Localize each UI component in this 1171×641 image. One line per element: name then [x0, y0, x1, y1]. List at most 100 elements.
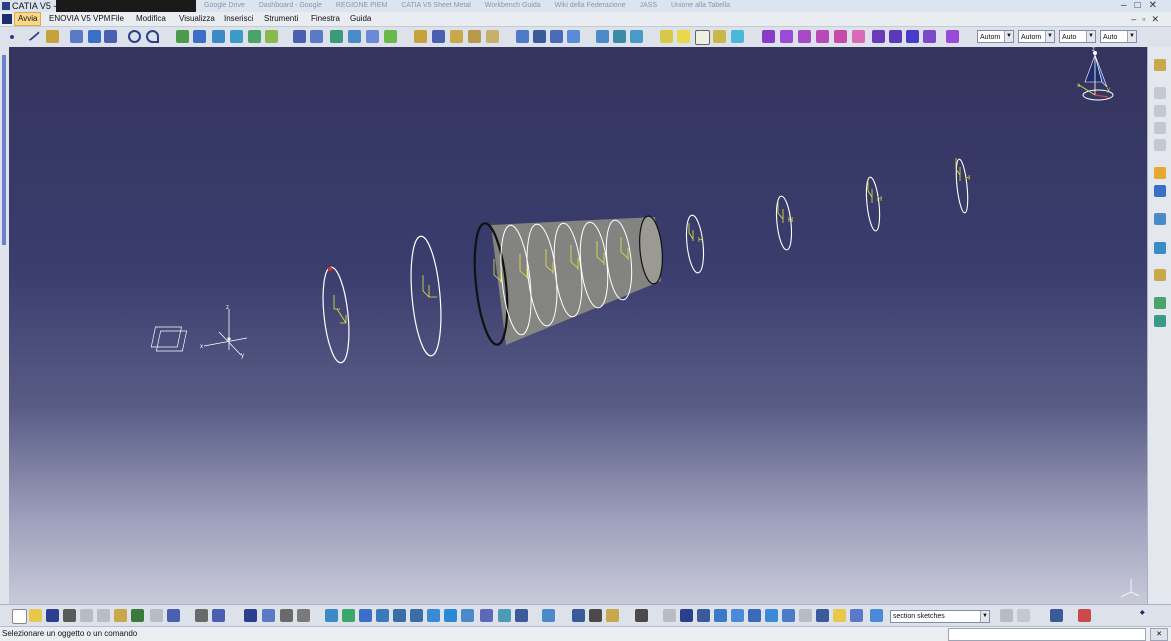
- constraint-icon[interactable]: [1154, 213, 1166, 225]
- blend-icon[interactable]: [366, 30, 379, 43]
- rotate-icon[interactable]: [533, 30, 546, 43]
- spline-icon[interactable]: [146, 30, 159, 43]
- helix-icon[interactable]: [176, 30, 189, 43]
- fly-mode-icon[interactable]: [325, 609, 338, 622]
- doc-minimize-icon[interactable]: –: [1131, 14, 1142, 24]
- profile-icon[interactable]: [1154, 242, 1166, 254]
- apply-material-icon[interactable]: [946, 30, 959, 43]
- background-tab[interactable]: Wiki della Federazione: [551, 1, 630, 11]
- lock-icon[interactable]: [833, 609, 846, 622]
- sketch-analysis-icon[interactable]: [714, 609, 727, 622]
- surface-edit-icon[interactable]: [762, 30, 775, 43]
- tree-expand-icon[interactable]: [1154, 105, 1166, 117]
- command-button[interactable]: ✕: [1150, 628, 1168, 641]
- copy-icon[interactable]: [97, 609, 110, 622]
- measure-inertia-icon[interactable]: [606, 609, 619, 622]
- compass-icon[interactable]: x y z: [1077, 47, 1114, 101]
- section-sketch[interactable]: H: [954, 158, 970, 214]
- doc-close-icon[interactable]: ✕: [1151, 14, 1165, 24]
- apply-icon[interactable]: [1078, 609, 1091, 622]
- menu-finestra[interactable]: Finestra: [311, 12, 340, 26]
- background-tab[interactable]: CATIA V5 Sheet Metal: [397, 1, 475, 11]
- render-icon[interactable]: [542, 609, 555, 622]
- measure-icon[interactable]: [1154, 185, 1166, 197]
- section-sketches-combo[interactable]: section sketches ▼: [890, 610, 990, 623]
- fillet-icon[interactable]: [486, 30, 499, 43]
- maximize-icon[interactable]: □: [1135, 0, 1149, 11]
- axis-system-icon[interactable]: [697, 609, 710, 622]
- tree-icon[interactable]: [1154, 87, 1166, 99]
- menu-enovia[interactable]: ENOVIA V5 VPM: [49, 12, 110, 26]
- section-sketch[interactable]: H: [864, 176, 882, 232]
- rotate-view-icon[interactable]: [376, 609, 389, 622]
- boundary-icon[interactable]: [450, 30, 463, 43]
- sew-icon[interactable]: [816, 30, 829, 43]
- menu-inserisci[interactable]: Inserisci: [224, 12, 253, 26]
- knowledge-advisor-icon[interactable]: [297, 609, 310, 622]
- catia-menu-icon[interactable]: [2, 14, 12, 24]
- print-icon[interactable]: [63, 609, 76, 622]
- paste-icon[interactable]: [114, 609, 127, 622]
- layer-combo[interactable]: Auto ▼: [1100, 30, 1137, 43]
- normal-view-icon[interactable]: [427, 609, 440, 622]
- sphere-icon[interactable]: [248, 30, 261, 43]
- grid-icon[interactable]: [293, 30, 306, 43]
- background-tab[interactable]: JASS: [635, 1, 661, 11]
- 3d-viewport[interactable]: x y z z x y H H H H: [9, 47, 1147, 604]
- swap-space-icon[interactable]: [515, 609, 528, 622]
- line-icon[interactable]: [24, 26, 41, 42]
- split-icon[interactable]: [414, 30, 427, 43]
- tree-level-icon[interactable]: [1154, 139, 1166, 151]
- fit-all-icon[interactable]: [342, 609, 355, 622]
- background-tab[interactable]: REGIONE PIEM: [332, 1, 391, 11]
- box-icon[interactable]: [1154, 297, 1166, 309]
- translate-icon[interactable]: [516, 30, 529, 43]
- menu-strumenti[interactable]: Strumenti: [264, 12, 298, 26]
- circle-icon[interactable]: [128, 30, 141, 43]
- formula-fx-icon[interactable]: [195, 609, 208, 622]
- close-icon[interactable]: ✕: [1149, 0, 1165, 11]
- copy-properties-icon[interactable]: [782, 609, 795, 622]
- iso-view-icon[interactable]: [461, 609, 474, 622]
- measure-item-icon[interactable]: [589, 609, 602, 622]
- cylinder-icon[interactable]: [265, 30, 278, 43]
- formula-icon[interactable]: [695, 30, 710, 45]
- pan-icon[interactable]: [359, 609, 372, 622]
- extrude-icon[interactable]: [212, 30, 225, 43]
- catalog-icon[interactable]: [1000, 609, 1013, 622]
- section-sketch[interactable]: H: [774, 195, 794, 251]
- zoom-out-icon[interactable]: [410, 609, 423, 622]
- background-tab[interactable]: Unione alla Tabella: [667, 1, 734, 11]
- solid-icon[interactable]: [1154, 315, 1166, 327]
- work-object-icon[interactable]: [816, 609, 829, 622]
- multi-section-icon[interactable]: [348, 30, 361, 43]
- properties-icon[interactable]: [765, 609, 778, 622]
- tools-icon[interactable]: [1154, 269, 1166, 281]
- trim-icon[interactable]: [432, 30, 445, 43]
- menu-file[interactable]: File: [111, 12, 124, 26]
- scaling-icon[interactable]: [567, 30, 580, 43]
- publish-icon[interactable]: [850, 609, 863, 622]
- undo-icon[interactable]: [131, 609, 144, 622]
- select-arrow-icon[interactable]: [1154, 167, 1166, 179]
- revolve-icon[interactable]: [230, 30, 243, 43]
- close-surface-icon[interactable]: [798, 30, 811, 43]
- origin-axis-system[interactable]: z x y: [150, 305, 248, 359]
- background-tab[interactable]: Google Drive: [200, 1, 249, 11]
- help-icon[interactable]: [167, 609, 180, 622]
- redo-icon[interactable]: [150, 609, 163, 622]
- cut-icon[interactable]: [80, 609, 93, 622]
- minimize-icon[interactable]: –: [1121, 0, 1135, 11]
- section-sketch[interactable]: [319, 266, 353, 364]
- background-tab[interactable]: Workbench Guida: [481, 1, 545, 11]
- background-tab[interactable]: Dashboard - Google: [255, 1, 326, 11]
- globe-icon[interactable]: [680, 609, 693, 622]
- plane-icon[interactable]: [46, 30, 59, 43]
- refresh-icon[interactable]: [663, 609, 676, 622]
- section-icon[interactable]: [870, 609, 883, 622]
- sketch-icon[interactable]: [1154, 59, 1166, 71]
- zoom-in-icon[interactable]: [393, 609, 406, 622]
- point-icon[interactable]: [10, 35, 14, 39]
- catalog-icon[interactable]: [731, 30, 744, 43]
- line-color-combo[interactable]: Autom ▼: [977, 30, 1014, 43]
